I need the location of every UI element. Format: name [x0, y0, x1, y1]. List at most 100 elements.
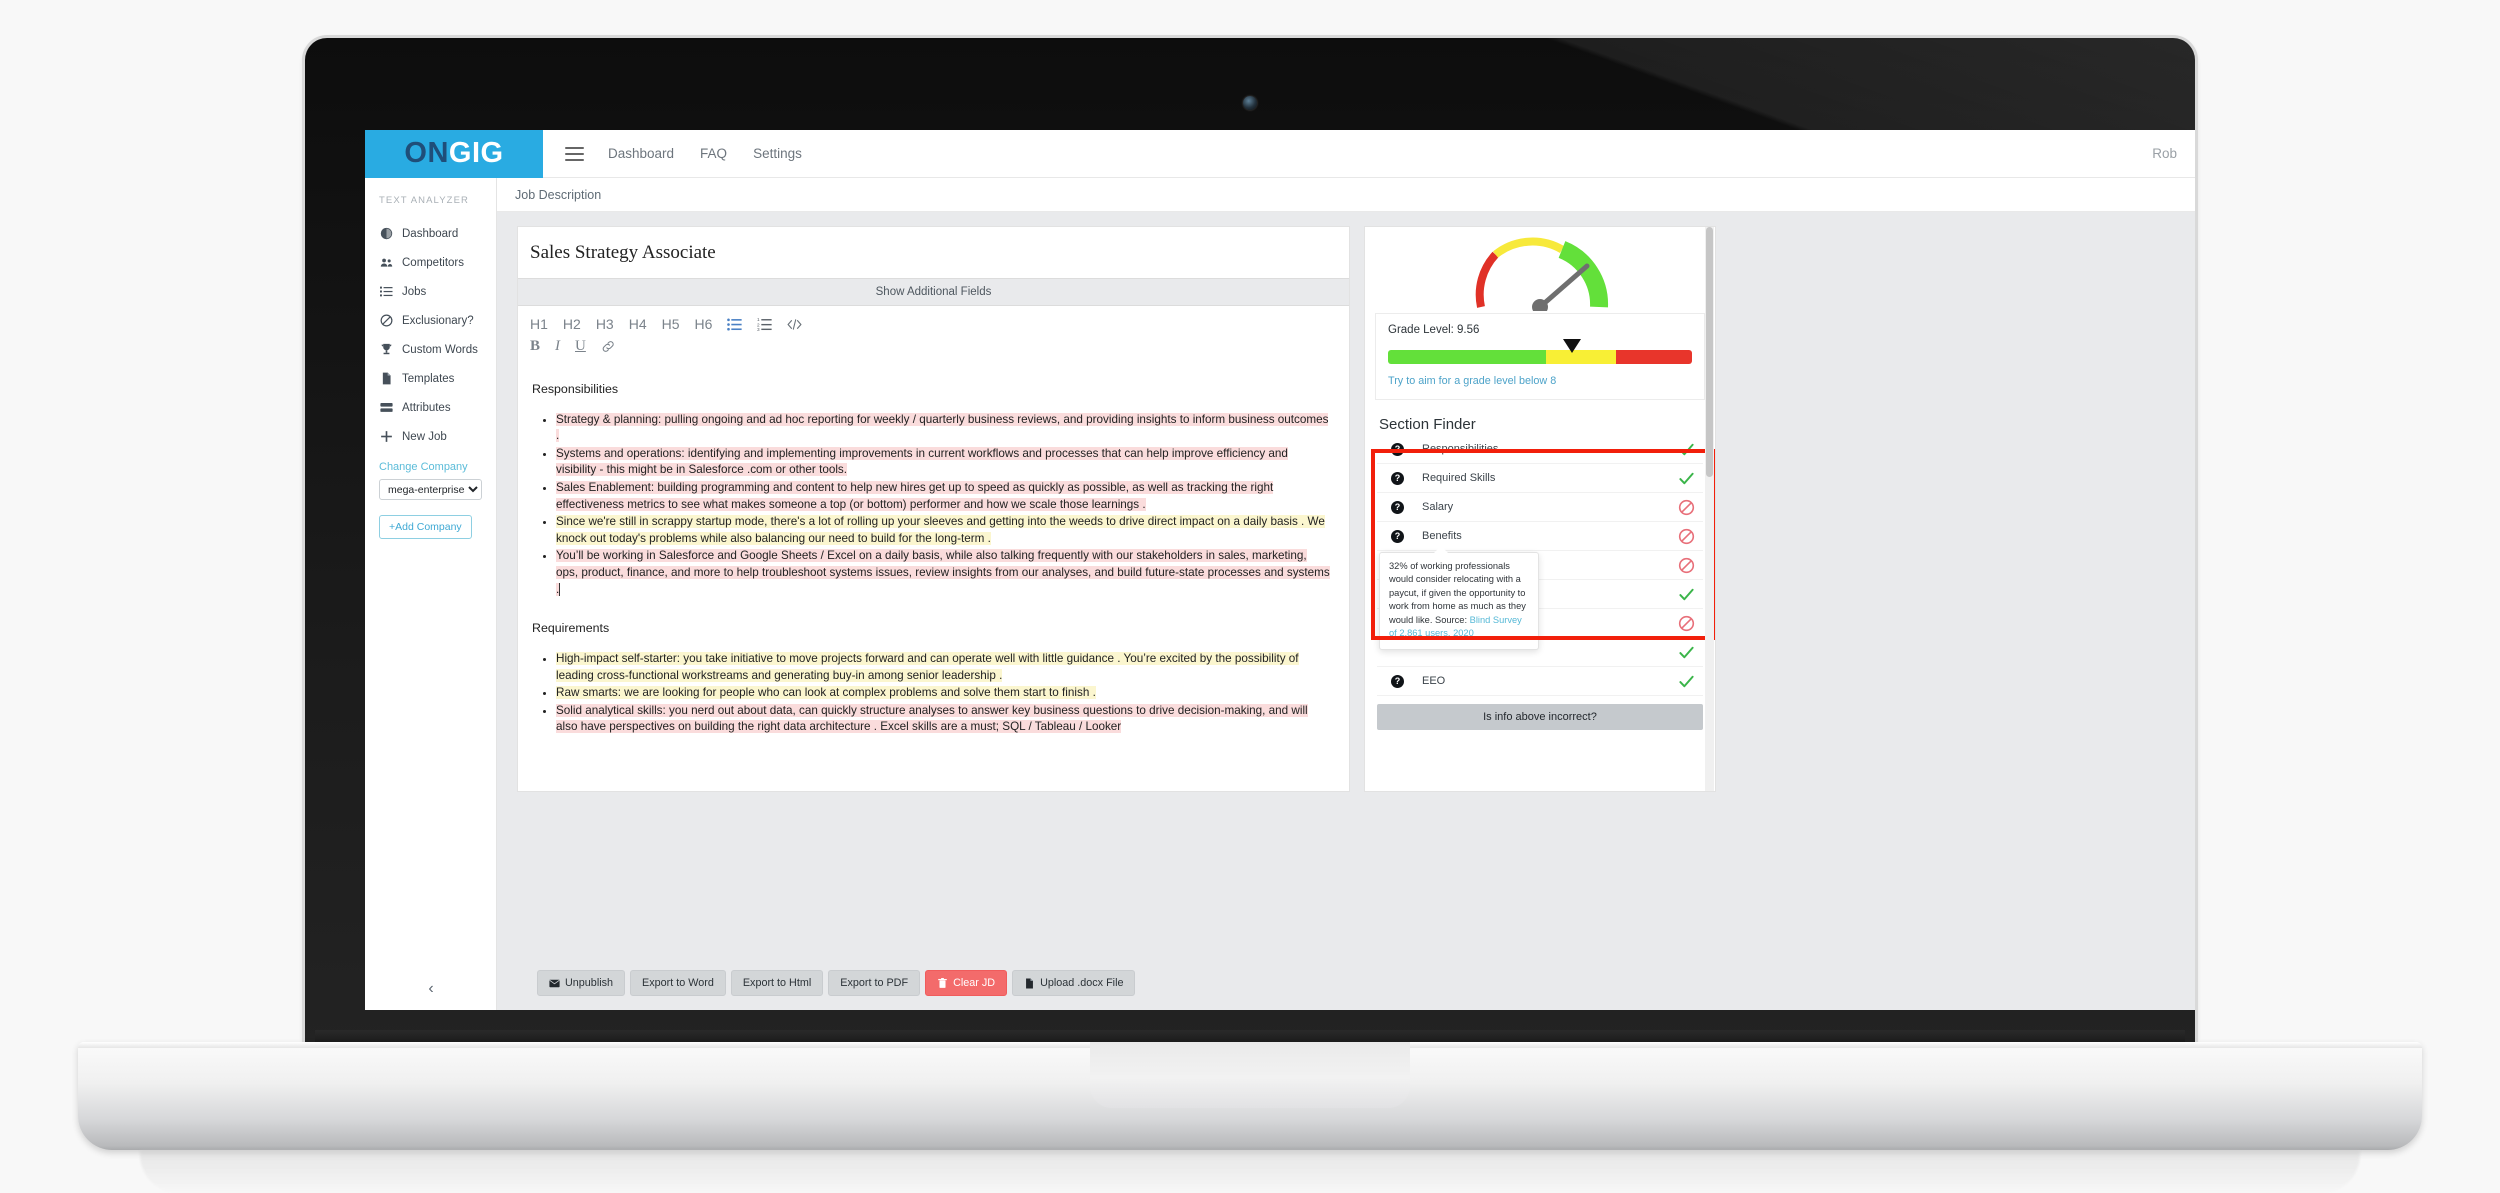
upload-docx-button[interactable]: Upload .docx File: [1012, 970, 1136, 996]
doc-text: Strategy & planning: pulling ongoing and…: [556, 412, 1329, 443]
trash-icon: [938, 977, 947, 988]
sidebar-item-competitors[interactable]: Competitors: [365, 248, 496, 277]
sidebar-item-jobs[interactable]: Jobs: [365, 277, 496, 306]
help-icon[interactable]: ?: [1391, 500, 1404, 514]
laptop-screen: ON GIG Dashboard FAQ Settings Rob TEXT AN…: [365, 130, 2195, 1010]
doc-text: Sales Enablement: building programming a…: [556, 481, 1274, 511]
help-icon[interactable]: ?: [1391, 471, 1404, 485]
top-navbar: ON GIG Dashboard FAQ Settings Rob: [365, 130, 2195, 178]
help-icon[interactable]: ?: [1391, 442, 1404, 456]
tool-bold[interactable]: B: [530, 338, 540, 355]
ban-icon: [1675, 499, 1697, 516]
company-select[interactable]: mega-enterprises: [379, 479, 482, 500]
section-finder-footer: Is info above incorrect?: [1365, 696, 1715, 730]
unpublish-button[interactable]: Unpublish: [537, 970, 626, 996]
sidebar-label: Competitors: [402, 256, 464, 269]
file-icon: [380, 372, 393, 385]
section-row-responsibilities[interactable]: ? Responsibilities: [1377, 435, 1703, 464]
ongig-logo[interactable]: ON GIG: [365, 130, 543, 178]
flex-location-tooltip: 32% of working professionals would consi…: [1379, 546, 1539, 650]
sidebar-item-templates[interactable]: Templates: [365, 364, 496, 393]
readability-gauge: [1365, 227, 1715, 311]
sidebar-label: Dashboard: [402, 227, 459, 240]
editor-toolbar: H1 H2 H3 H4 H5 H6 1 2 3 B I U: [518, 306, 1349, 365]
doc-list-item: Systems and operations: identifying and …: [556, 446, 1331, 479]
tool-h4[interactable]: H4: [629, 316, 647, 332]
section-row-required-skills[interactable]: ? Required Skills: [1377, 464, 1703, 493]
section-row-salary[interactable]: ? Salary: [1377, 493, 1703, 522]
sidebar-item-attributes[interactable]: Attributes: [365, 393, 496, 422]
nav-link-faq[interactable]: FAQ: [700, 146, 727, 161]
tool-h6[interactable]: H6: [695, 316, 713, 332]
content-area: Job Description Sales Strategy Associate…: [497, 178, 2195, 1010]
doc-text: Solid analytical skills: you nerd out ab…: [556, 703, 1308, 734]
tool-h3[interactable]: H3: [596, 316, 614, 332]
code-icon[interactable]: [787, 317, 802, 332]
button-label: Export to Word: [642, 977, 714, 989]
button-label: Unpublish: [565, 977, 614, 989]
sidebar-label: Templates: [402, 372, 455, 385]
is-info-incorrect-button[interactable]: Is info above incorrect?: [1377, 704, 1703, 730]
export-word-button[interactable]: Export to Word: [630, 970, 726, 996]
numbered-list-icon[interactable]: 123: [757, 317, 773, 332]
job-title-field[interactable]: Sales Strategy Associate: [518, 227, 1349, 278]
sidebar-label: Exclusionary?: [402, 314, 474, 327]
doc-heading-requirements: Requirements: [532, 621, 610, 636]
add-company-button[interactable]: +Add Company: [379, 515, 472, 539]
doc-list-responsibilities: Strategy & planning: pulling ongoing and…: [532, 412, 1331, 599]
tool-h2[interactable]: H2: [563, 316, 581, 332]
show-additional-fields-button[interactable]: Show Additional Fields: [518, 278, 1349, 306]
user-menu[interactable]: Rob: [2152, 146, 2177, 161]
sidebar: TEXT ANALYZER Dashboard Competitors Jobs…: [365, 178, 497, 1010]
export-html-button[interactable]: Export to Html: [730, 970, 824, 996]
nav-link-settings[interactable]: Settings: [753, 146, 802, 161]
gauge-svg: [1475, 237, 1609, 311]
sidebar-item-custom-words[interactable]: Custom Words: [365, 335, 496, 364]
link-icon[interactable]: [601, 339, 616, 354]
sidebar-label: Custom Words: [402, 343, 478, 356]
tool-italic[interactable]: I: [555, 338, 560, 355]
analysis-column: Grade Level: 9.56 Try to aim for a grade…: [1364, 226, 1724, 1010]
sidebar-collapse-icon[interactable]: ‹: [365, 980, 497, 998]
people-icon: [380, 256, 393, 269]
clear-jd-button[interactable]: Clear JD: [925, 970, 1008, 996]
nav-links: Dashboard FAQ Settings: [608, 146, 802, 161]
laptop-base: [78, 1042, 2422, 1150]
tool-h5[interactable]: H5: [662, 316, 680, 332]
ban-icon: [380, 314, 393, 327]
doc-text: Since we're still in scrappy startup mod…: [556, 515, 1325, 545]
bulleted-list-icon[interactable]: [727, 317, 743, 332]
section-label: Required Skills: [1422, 472, 1496, 484]
editor-action-bar: Unpublish Export to Word Export to Html …: [537, 970, 1136, 996]
doc-list-item: Strategy & planning: pulling ongoing and…: [556, 412, 1331, 445]
button-label: Clear JD: [953, 977, 996, 989]
scrollbar-thumb[interactable]: [1706, 227, 1713, 477]
list-icon: [380, 285, 393, 298]
doc-text: Systems and operations: identifying and …: [556, 446, 1288, 477]
section-row-benefits[interactable]: ? Benefits: [1377, 522, 1703, 551]
tool-h1[interactable]: H1: [530, 316, 548, 332]
envelope-icon: [549, 979, 560, 987]
check-icon: [1675, 673, 1697, 690]
sidebar-item-exclusionary[interactable]: Exclusionary?: [365, 306, 496, 335]
doc-text: You’ll be working in Salesforce and Goog…: [556, 549, 1330, 596]
button-label: Upload .docx File: [1040, 977, 1124, 989]
nav-link-dashboard[interactable]: Dashboard: [608, 146, 674, 161]
change-company-link[interactable]: Change Company: [365, 451, 496, 479]
doc-list-item: Since we're still in scrappy startup mod…: [556, 514, 1331, 547]
panel-scrollbar[interactable]: [1705, 227, 1714, 791]
help-icon[interactable]: ?: [1391, 674, 1404, 688]
export-pdf-button[interactable]: Export to PDF: [828, 970, 921, 996]
section-row-eeo[interactable]: ? EEO: [1377, 667, 1703, 696]
sidebar-item-dashboard[interactable]: Dashboard: [365, 219, 496, 248]
doc-icon: [1026, 978, 1033, 988]
tool-underline[interactable]: U: [575, 338, 586, 355]
section-label: Salary: [1422, 501, 1454, 513]
help-icon[interactable]: ?: [1391, 529, 1404, 543]
trophy-icon: [380, 343, 393, 356]
hamburger-menu-icon[interactable]: [565, 146, 584, 161]
jd-document[interactable]: Responsibilities Strategy & planning: pu…: [518, 365, 1349, 736]
section-label: Responsibilities: [1422, 443, 1499, 455]
sidebar-section-title: TEXT ANALYZER: [379, 195, 469, 206]
sidebar-item-new-job[interactable]: New Job: [365, 422, 496, 451]
